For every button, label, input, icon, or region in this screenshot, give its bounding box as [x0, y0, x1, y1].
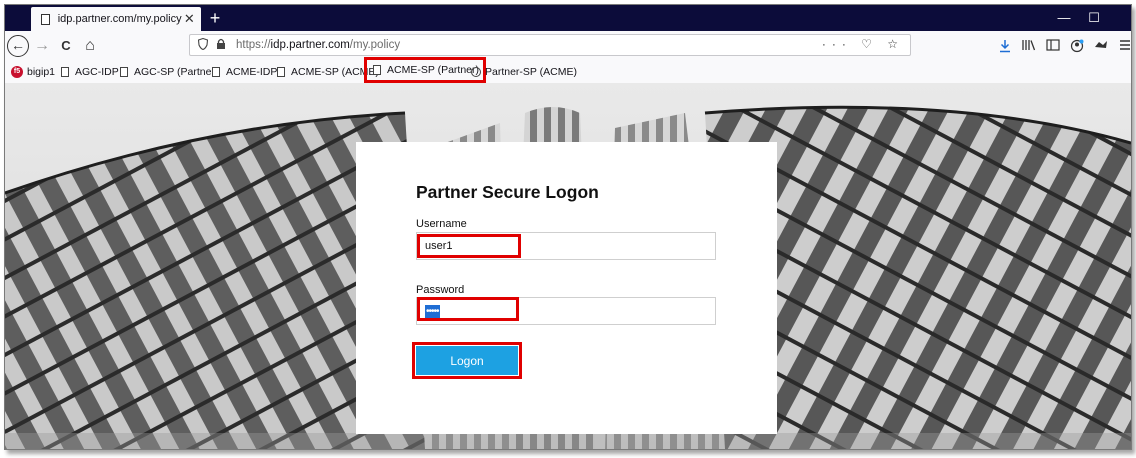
url-bar[interactable]: https://idp.partner.com/my.policy ··· ♡ …: [189, 34, 911, 56]
sidebar-icon[interactable]: [1045, 39, 1061, 53]
tab-close-icon[interactable]: ✕: [182, 11, 197, 27]
bookmark-acme-sp-partner[interactable]: ACME-SP (Partner): [364, 57, 486, 83]
extension-icon[interactable]: [1093, 39, 1109, 53]
url-text: https://idp.partner.com/my.policy: [236, 39, 400, 51]
new-tab-button[interactable]: +: [205, 7, 225, 29]
page-icon: [120, 67, 128, 77]
logon-highlight: [412, 342, 522, 379]
back-button[interactable]: ←: [7, 35, 29, 57]
library-icon[interactable]: [1021, 39, 1037, 53]
page-icon: [212, 67, 220, 77]
download-icon[interactable]: [997, 39, 1013, 53]
page-icon: [277, 67, 285, 77]
url-domain: idp.partner.com: [270, 39, 350, 51]
page-actions[interactable]: ··· ♡ ☆: [822, 37, 904, 51]
tab-strip: idp.partner.com/my.policy ✕ + — ☐: [5, 5, 1131, 31]
browser-window: idp.partner.com/my.policy ✕ + — ☐ ← → C …: [4, 4, 1132, 450]
url-path: /my.policy: [349, 39, 401, 51]
tab-title: idp.partner.com/my.policy: [57, 13, 182, 25]
tracking-shield-icon[interactable]: [197, 37, 212, 53]
bookmark-label: AGC-IDP: [75, 66, 119, 78]
login-card: Partner Secure Logon Username user1 Pass…: [356, 142, 777, 434]
page-icon: [373, 65, 381, 75]
f5-icon: f5: [11, 66, 23, 78]
bookmark-label: bigip1: [27, 66, 56, 78]
bookmark-bigip1[interactable]: f5 bigip1: [11, 64, 55, 80]
page-icon: [61, 67, 69, 77]
reload-button[interactable]: C: [55, 35, 77, 57]
bookmark-acme-sp-acme[interactable]: ACME-SP (ACME): [277, 64, 379, 80]
password-highlight: [417, 297, 519, 321]
globe-icon: [471, 67, 481, 77]
bookmark-label: Partner-SP (ACME): [485, 66, 577, 78]
bookmark-label: AGC-SP (Partner): [134, 66, 219, 78]
lock-icon[interactable]: [216, 38, 230, 53]
account-icon[interactable]: [1069, 39, 1085, 53]
navigation-bar: ← → C ⌂ https://idp.partner.com/my.polic…: [5, 31, 1131, 61]
bookmark-partner-sp-acme[interactable]: Partner-SP (ACME): [471, 64, 577, 80]
password-label: Password: [416, 284, 465, 296]
page-content: Partner Secure Logon Username user1 Pass…: [5, 83, 1131, 449]
username-highlight: [417, 234, 521, 258]
home-button[interactable]: ⌂: [79, 35, 101, 57]
page-icon: [41, 13, 50, 25]
bookmark-acme-idp[interactable]: ACME-IDP: [212, 64, 277, 80]
bookmark-label: ACME-IDP: [226, 66, 278, 78]
bookmark-label: ACME-SP (ACME): [291, 66, 379, 78]
menu-icon[interactable]: [1117, 39, 1131, 53]
tab-active[interactable]: idp.partner.com/my.policy ✕: [31, 7, 201, 31]
bookmark-agc-idp[interactable]: AGC-IDP: [61, 64, 119, 80]
maximize-button[interactable]: ☐: [1077, 5, 1111, 31]
bookmark-agc-sp-partner[interactable]: AGC-SP (Partner): [120, 64, 218, 80]
minimize-button[interactable]: —: [1047, 5, 1081, 31]
url-scheme: https://: [236, 39, 271, 51]
bookmarks-toolbar: f5 bigip1 AGC-IDP AGC-SP (Partner) ACME-…: [5, 57, 1131, 83]
username-label: Username: [416, 218, 467, 230]
login-title: Partner Secure Logon: [416, 182, 599, 202]
bookmark-label: ACME-SP (Partner): [387, 64, 479, 76]
forward-button[interactable]: →: [31, 35, 53, 57]
